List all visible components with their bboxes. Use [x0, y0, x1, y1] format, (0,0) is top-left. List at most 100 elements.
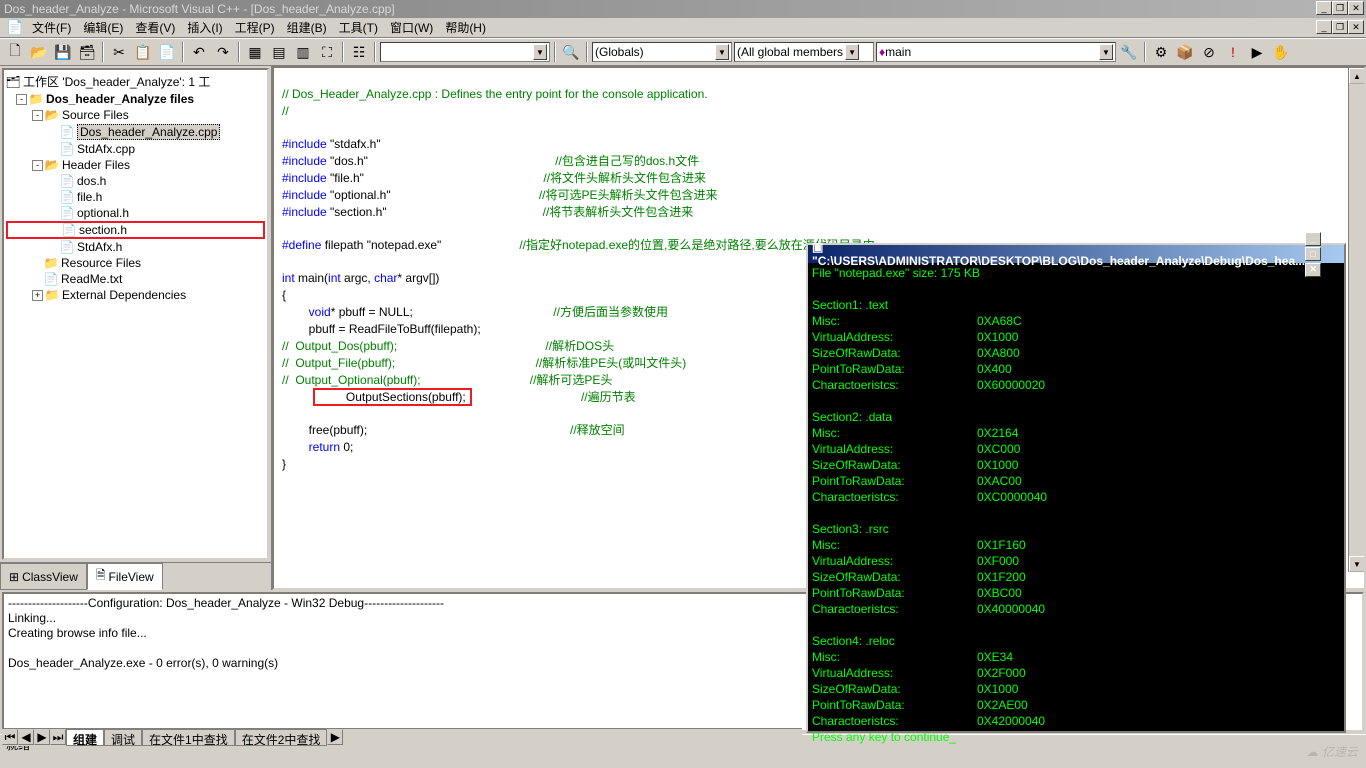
- menu-insert[interactable]: 插入(I): [181, 17, 228, 38]
- tree-file-optional-h[interactable]: 📄optional.h: [6, 205, 265, 221]
- tree-header-folder[interactable]: -📂Header Files: [6, 157, 265, 173]
- undo-icon[interactable]: ↶: [188, 41, 210, 63]
- paste-icon[interactable]: 📄: [156, 41, 178, 63]
- menu-file[interactable]: 文件(F): [26, 17, 77, 38]
- separator: [586, 42, 588, 62]
- standard-toolbar: 🗋 📂 💾 🗃 ✂ 📋 📄 ↶ ↷ ▦ ▤ ▥ ⛶ ☷ ▼ 🔍 (Globals…: [0, 38, 1366, 66]
- chevron-down-icon[interactable]: ▼: [1099, 44, 1113, 60]
- separator: [182, 42, 184, 62]
- function-combo[interactable]: ♦ main▼: [876, 42, 1116, 62]
- open-icon[interactable]: 📂: [28, 41, 50, 63]
- new-icon[interactable]: 🗋: [4, 41, 26, 63]
- tree-file-dos-h[interactable]: 📄dos.h: [6, 173, 265, 189]
- console-titlebar[interactable]: ▣ "C:\USERS\ADMINISTRATOR\DESKTOP\BLOG\D…: [808, 245, 1344, 263]
- separator: [554, 42, 556, 62]
- function-value: main: [885, 45, 911, 59]
- tree-resource-folder[interactable]: 📁Resource Files: [6, 255, 265, 271]
- fullscreen-icon[interactable]: ⛶: [316, 41, 338, 63]
- minimize-button[interactable]: _: [1316, 1, 1332, 15]
- tab-nav-more-icon[interactable]: ▶: [327, 729, 343, 745]
- console-maximize[interactable]: □: [1305, 247, 1321, 261]
- copy-icon[interactable]: 📋: [132, 41, 154, 63]
- stop-build-icon[interactable]: ⊘: [1198, 41, 1220, 63]
- save-icon[interactable]: 💾: [52, 41, 74, 63]
- close-button[interactable]: ✕: [1348, 1, 1364, 15]
- text-file-icon: 📄: [44, 272, 58, 286]
- console-close[interactable]: ✕: [1305, 263, 1321, 277]
- go-icon[interactable]: ▶: [1246, 41, 1268, 63]
- breakpoint-icon[interactable]: ✋: [1270, 41, 1292, 63]
- saveall-icon[interactable]: 🗃: [76, 41, 98, 63]
- menu-project[interactable]: 工程(P): [229, 17, 281, 38]
- tab-nav-next-icon[interactable]: ▶: [34, 729, 50, 745]
- tab-fileview[interactable]: 🗎FileView: [87, 563, 163, 590]
- titlebar: Dos_header_Analyze - Microsoft Visual C+…: [0, 0, 1366, 18]
- scope-combo[interactable]: (Globals) ▼: [592, 42, 732, 62]
- tree-file-section-h[interactable]: 📄section.h: [6, 221, 265, 239]
- menu-help[interactable]: 帮助(H): [439, 17, 492, 38]
- mdi-close[interactable]: ✕: [1348, 20, 1364, 34]
- tab-find1[interactable]: 在文件1中查找: [142, 729, 235, 746]
- menu-tools[interactable]: 工具(T): [333, 17, 384, 38]
- tab-nav-first-icon[interactable]: ⏮: [2, 729, 18, 745]
- tab-find2[interactable]: 在文件2中查找: [235, 729, 328, 746]
- file-tree[interactable]: 🗂工作区 'Dos_header_Analyze': 1 工 -📁Dos_hea…: [2, 68, 269, 560]
- collapse-icon[interactable]: -: [32, 160, 43, 171]
- chevron-down-icon[interactable]: ▼: [533, 44, 547, 60]
- tree-external-deps[interactable]: +📁External Dependencies: [6, 287, 265, 303]
- tab-debug[interactable]: 调试: [104, 729, 142, 746]
- goto-icon[interactable]: 🔧: [1118, 41, 1140, 63]
- menu-window[interactable]: 窗口(W): [384, 17, 439, 38]
- execute-icon[interactable]: !: [1222, 41, 1244, 63]
- collapse-icon[interactable]: -: [16, 94, 27, 105]
- tree-file-cpp[interactable]: 📄Dos_header_Analyze.cpp: [6, 123, 265, 141]
- mdi-restore[interactable]: ❐: [1332, 20, 1348, 34]
- app-title: Dos_header_Analyze - Microsoft Visual C+…: [4, 2, 395, 16]
- h-file-icon: 📄: [60, 190, 74, 204]
- workspace-icon: 🗂: [6, 75, 20, 89]
- find-combo[interactable]: ▼: [380, 42, 550, 62]
- menu-view[interactable]: 查看(V): [129, 17, 181, 38]
- scroll-down-icon[interactable]: ▼: [1349, 556, 1365, 572]
- tab-nav-last-icon[interactable]: ⏭: [50, 729, 66, 745]
- folder-icon: 📂: [45, 158, 59, 172]
- expand-icon[interactable]: +: [32, 290, 43, 301]
- members-combo[interactable]: (All global members▼: [734, 42, 874, 62]
- class-icon: ⊞: [9, 570, 19, 584]
- tab-build[interactable]: 组建: [66, 729, 104, 746]
- console-minimize[interactable]: _: [1305, 232, 1321, 246]
- cpp-file-icon: 📄: [60, 125, 74, 139]
- workspace-icon[interactable]: ▦: [244, 41, 266, 63]
- tab-classview[interactable]: ⊞ClassView: [0, 563, 87, 590]
- menu-build[interactable]: 组建(B): [281, 17, 333, 38]
- separator: [102, 42, 104, 62]
- console-title-text: ▣ "C:\USERS\ADMINISTRATOR\DESKTOP\BLOG\D…: [812, 240, 1305, 268]
- tree-workspace-root[interactable]: 🗂工作区 'Dos_header_Analyze': 1 工: [6, 72, 265, 91]
- tree-source-folder[interactable]: -📂Source Files: [6, 107, 265, 123]
- mdi-minimize[interactable]: _: [1316, 20, 1332, 34]
- find-icon[interactable]: 🔍: [560, 41, 582, 63]
- chevron-down-icon[interactable]: ▼: [845, 44, 859, 60]
- tree-file-stdafx-cpp[interactable]: 📄StdAfx.cpp: [6, 141, 265, 157]
- tree-readme[interactable]: 📄ReadMe.txt: [6, 271, 265, 287]
- maximize-button[interactable]: ❐: [1332, 1, 1348, 15]
- vertical-scrollbar[interactable]: ▲ ▼: [1348, 68, 1364, 572]
- tree-project[interactable]: -📁Dos_header_Analyze files: [6, 91, 265, 107]
- compile-icon[interactable]: ⚙: [1150, 41, 1172, 63]
- folder-icon: 📁: [44, 256, 58, 270]
- output-icon[interactable]: ▤: [268, 41, 290, 63]
- cut-icon[interactable]: ✂: [108, 41, 130, 63]
- menu-edit[interactable]: 编辑(E): [77, 17, 129, 38]
- collapse-icon[interactable]: -: [32, 110, 43, 121]
- chevron-down-icon[interactable]: ▼: [715, 44, 729, 60]
- h-file-icon: 📄: [60, 206, 74, 220]
- scroll-up-icon[interactable]: ▲: [1349, 68, 1365, 84]
- window-list-icon[interactable]: ▥: [292, 41, 314, 63]
- build-icon[interactable]: 📦: [1174, 41, 1196, 63]
- tree-file-stdafx-h[interactable]: 📄StdAfx.h: [6, 239, 265, 255]
- redo-icon[interactable]: ↷: [212, 41, 234, 63]
- scope-value: (Globals): [595, 45, 644, 59]
- tree-file-file-h[interactable]: 📄file.h: [6, 189, 265, 205]
- tab-nav-prev-icon[interactable]: ◀: [18, 729, 34, 745]
- tile-icon[interactable]: ☷: [348, 41, 370, 63]
